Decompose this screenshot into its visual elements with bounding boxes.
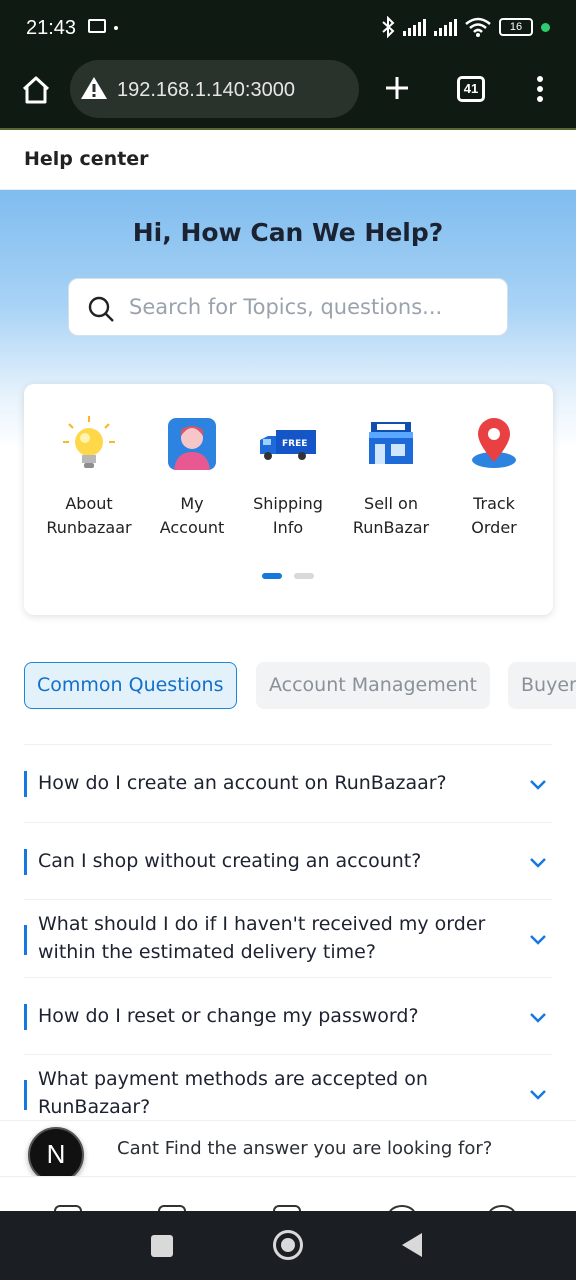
tab-switcher-button[interactable]: 41 — [457, 76, 485, 102]
chevron-down-icon[interactable] — [528, 933, 548, 947]
category-carousel: About Runbazaar My Account FREE Shipping… — [24, 384, 553, 615]
lightbulb-icon — [63, 416, 115, 468]
faq-question[interactable]: Can I shop without creating an account? — [38, 847, 502, 875]
pager-dot[interactable] — [294, 573, 314, 579]
chevron-down-icon[interactable] — [528, 1088, 548, 1102]
privacy-indicator-icon — [541, 22, 550, 32]
category-shipping[interactable]: FREE Shipping Info — [238, 414, 338, 540]
status-time: 21:43 — [26, 17, 77, 39]
category-label: Sell on RunBazar — [352, 494, 430, 537]
page-title: Help center — [24, 148, 149, 170]
system-home-icon[interactable] — [273, 1230, 303, 1260]
browser-toolbar: 192.168.1.140:3000 41 — [0, 58, 576, 130]
faq-question[interactable]: What should I do if I haven't received m… — [38, 910, 502, 966]
category-label: About Runbazaar — [46, 494, 132, 537]
faq-accent-bar — [24, 848, 27, 875]
faq-accent-bar — [24, 1003, 27, 1030]
category-about[interactable]: About Runbazaar — [39, 414, 139, 540]
category-sell[interactable]: Sell on RunBazar — [341, 414, 441, 540]
battery-icon: 16 — [499, 18, 533, 36]
delivery-truck-icon: FREE — [260, 430, 316, 460]
nextjs-dev-indicator[interactable]: N — [28, 1127, 84, 1183]
user-avatar-icon — [168, 418, 216, 470]
new-tab-icon[interactable] — [383, 74, 411, 102]
faq-question[interactable]: How do I create an account on RunBazaar? — [38, 769, 502, 797]
address-bar[interactable]: 192.168.1.140:3000 — [70, 60, 359, 118]
recents-icon[interactable] — [151, 1235, 173, 1257]
system-navigation-bar — [0, 1211, 576, 1280]
carousel-pager — [262, 573, 314, 579]
home-icon[interactable] — [20, 74, 52, 106]
status-icons: 16 — [381, 16, 550, 38]
help-banner: N Cant Find the answer you are looking f… — [0, 1120, 576, 1183]
category-label: Shipping Info — [253, 494, 323, 537]
status-bar: 21:43 16 — [0, 0, 576, 58]
category-label: My Account — [159, 494, 225, 537]
page-header: Help center — [0, 132, 576, 190]
back-icon[interactable] — [402, 1233, 422, 1257]
help-banner-message: Cant Find the answer you are looking for… — [117, 1138, 493, 1159]
svg-text:FREE: FREE — [282, 439, 307, 449]
category-label: Track Order — [471, 494, 517, 537]
chevron-down-icon[interactable] — [528, 778, 548, 792]
more-menu-icon[interactable] — [530, 76, 550, 104]
faq-accent-bar — [24, 1080, 27, 1110]
faq-question[interactable]: How do I reset or change my password? — [38, 1002, 502, 1030]
notification-dot-icon — [114, 26, 118, 30]
pager-dot-active[interactable] — [262, 573, 282, 579]
faq-accent-bar — [24, 771, 27, 797]
chevron-down-icon[interactable] — [528, 1011, 548, 1025]
tab-account-management[interactable]: Account Management — [256, 662, 490, 709]
signal-icon — [403, 18, 426, 36]
tab-common-questions[interactable]: Common Questions — [24, 662, 237, 709]
search-input[interactable]: Search for Topics, questions... — [68, 278, 508, 336]
faq-item[interactable]: What should I do if I haven't received m… — [24, 899, 552, 977]
wifi-icon — [465, 17, 491, 37]
location-pin-icon — [472, 418, 516, 468]
bottom-navigation — [0, 1176, 576, 1211]
faq-item[interactable]: How do I create an account on RunBazaar? — [24, 744, 552, 822]
category-track-order[interactable]: Track Order — [444, 414, 544, 540]
faq-list: How do I create an account on RunBazaar?… — [24, 744, 552, 1132]
faq-tabs: Common Questions Account Management Buye… — [24, 662, 576, 710]
url-text[interactable]: 192.168.1.140:3000 — [117, 79, 295, 102]
search-placeholder: Search for Topics, questions... — [129, 295, 443, 319]
category-my-account[interactable]: My Account — [142, 414, 242, 540]
faq-question[interactable]: What payment methods are accepted on Run… — [38, 1065, 502, 1121]
cast-icon — [88, 19, 106, 33]
faq-item[interactable]: How do I reset or change my password? — [24, 976, 552, 1055]
search-icon — [88, 296, 114, 322]
hero-heading: Hi, How Can We Help? — [132, 218, 444, 247]
warning-icon[interactable] — [80, 76, 108, 100]
chevron-down-icon[interactable] — [528, 856, 548, 870]
tab-buyer[interactable]: Buyer — [508, 662, 576, 709]
bluetooth-icon — [382, 16, 395, 38]
faq-accent-bar — [24, 925, 27, 955]
storefront-icon — [369, 422, 413, 464]
signal-2-icon — [434, 18, 457, 36]
faq-item[interactable]: Can I shop without creating an account? — [24, 821, 552, 900]
